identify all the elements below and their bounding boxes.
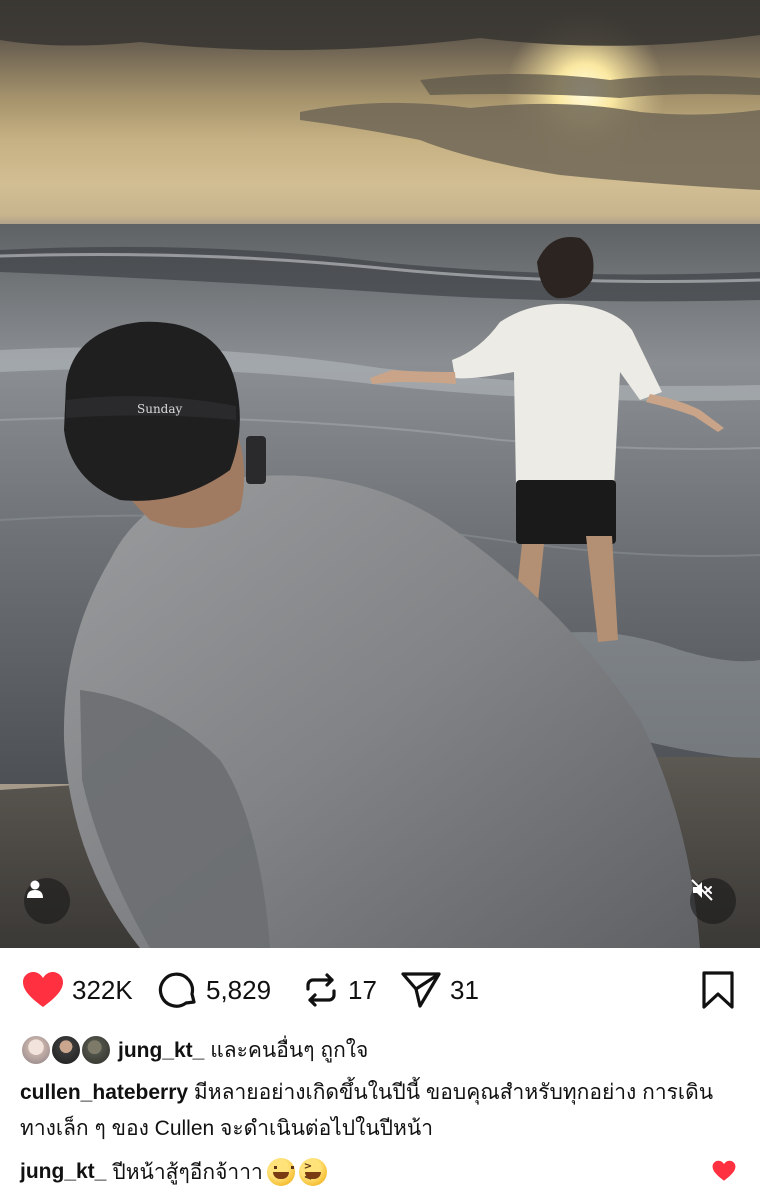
- like-count: 322K: [72, 974, 133, 1005]
- repost-count: 17: [348, 974, 377, 1005]
- avatar: [20, 1034, 52, 1066]
- send-icon: [401, 972, 441, 1008]
- share-count: 31: [450, 974, 479, 1005]
- comment-username[interactable]: jung_kt_: [20, 1160, 106, 1184]
- comment-bubble-icon: [158, 972, 196, 1008]
- user-tag-button[interactable]: [24, 878, 70, 924]
- liked-by-row[interactable]: jung_kt_ และคนอื่นๆ ถูกใจ: [20, 1030, 368, 1070]
- post-photo[interactable]: Sunday: [0, 0, 760, 948]
- bookmark-icon: [702, 971, 734, 1009]
- save-button[interactable]: [700, 962, 736, 1018]
- user-icon: [27, 880, 43, 898]
- comment-like-button[interactable]: [712, 1160, 736, 1186]
- comment-count: 5,829: [206, 974, 272, 1005]
- like-button[interactable]: 322K: [22, 962, 133, 1018]
- heart-filled-icon: [23, 972, 63, 1007]
- heart-filled-icon: [712, 1160, 736, 1181]
- grinning-emoji-icon: [266, 1158, 295, 1186]
- cap-brand-text: Sunday: [137, 402, 183, 416]
- liker-avatars: [20, 1033, 112, 1067]
- liked-by-username[interactable]: jung_kt_: [118, 1039, 204, 1062]
- liked-by-text: jung_kt_ และคนอื่นๆ ถูกใจ: [118, 1034, 368, 1067]
- mute-toggle-button[interactable]: [690, 878, 736, 924]
- comment-text: ปีหน้าสู้ๆอีกจ้าาา: [112, 1160, 263, 1184]
- liked-by-suffix: และคนอื่นๆ ถูกใจ: [204, 1038, 369, 1062]
- caption-username[interactable]: cullen_hateberry: [20, 1081, 188, 1104]
- post-caption: cullen_hateberry มีหลายอย่างเกิดขึ้นในปี…: [20, 1075, 740, 1147]
- avatar: [80, 1034, 112, 1066]
- repost-icon: [306, 973, 336, 1007]
- share-button[interactable]: 31: [400, 962, 479, 1018]
- avatar: [50, 1034, 82, 1066]
- speaker-muted-icon: [691, 879, 713, 901]
- squinting-laugh-emoji-icon: [298, 1158, 327, 1186]
- comment-button[interactable]: 5,829: [158, 962, 271, 1018]
- beach-sunset-image: Sunday: [0, 0, 760, 948]
- post-action-bar: 322K 5,829 17 31: [0, 962, 760, 1018]
- repost-button[interactable]: 17: [302, 962, 377, 1018]
- comment-row: jung_kt_ ปีหน้าสู้ๆอีกจ้าาา: [20, 1152, 740, 1192]
